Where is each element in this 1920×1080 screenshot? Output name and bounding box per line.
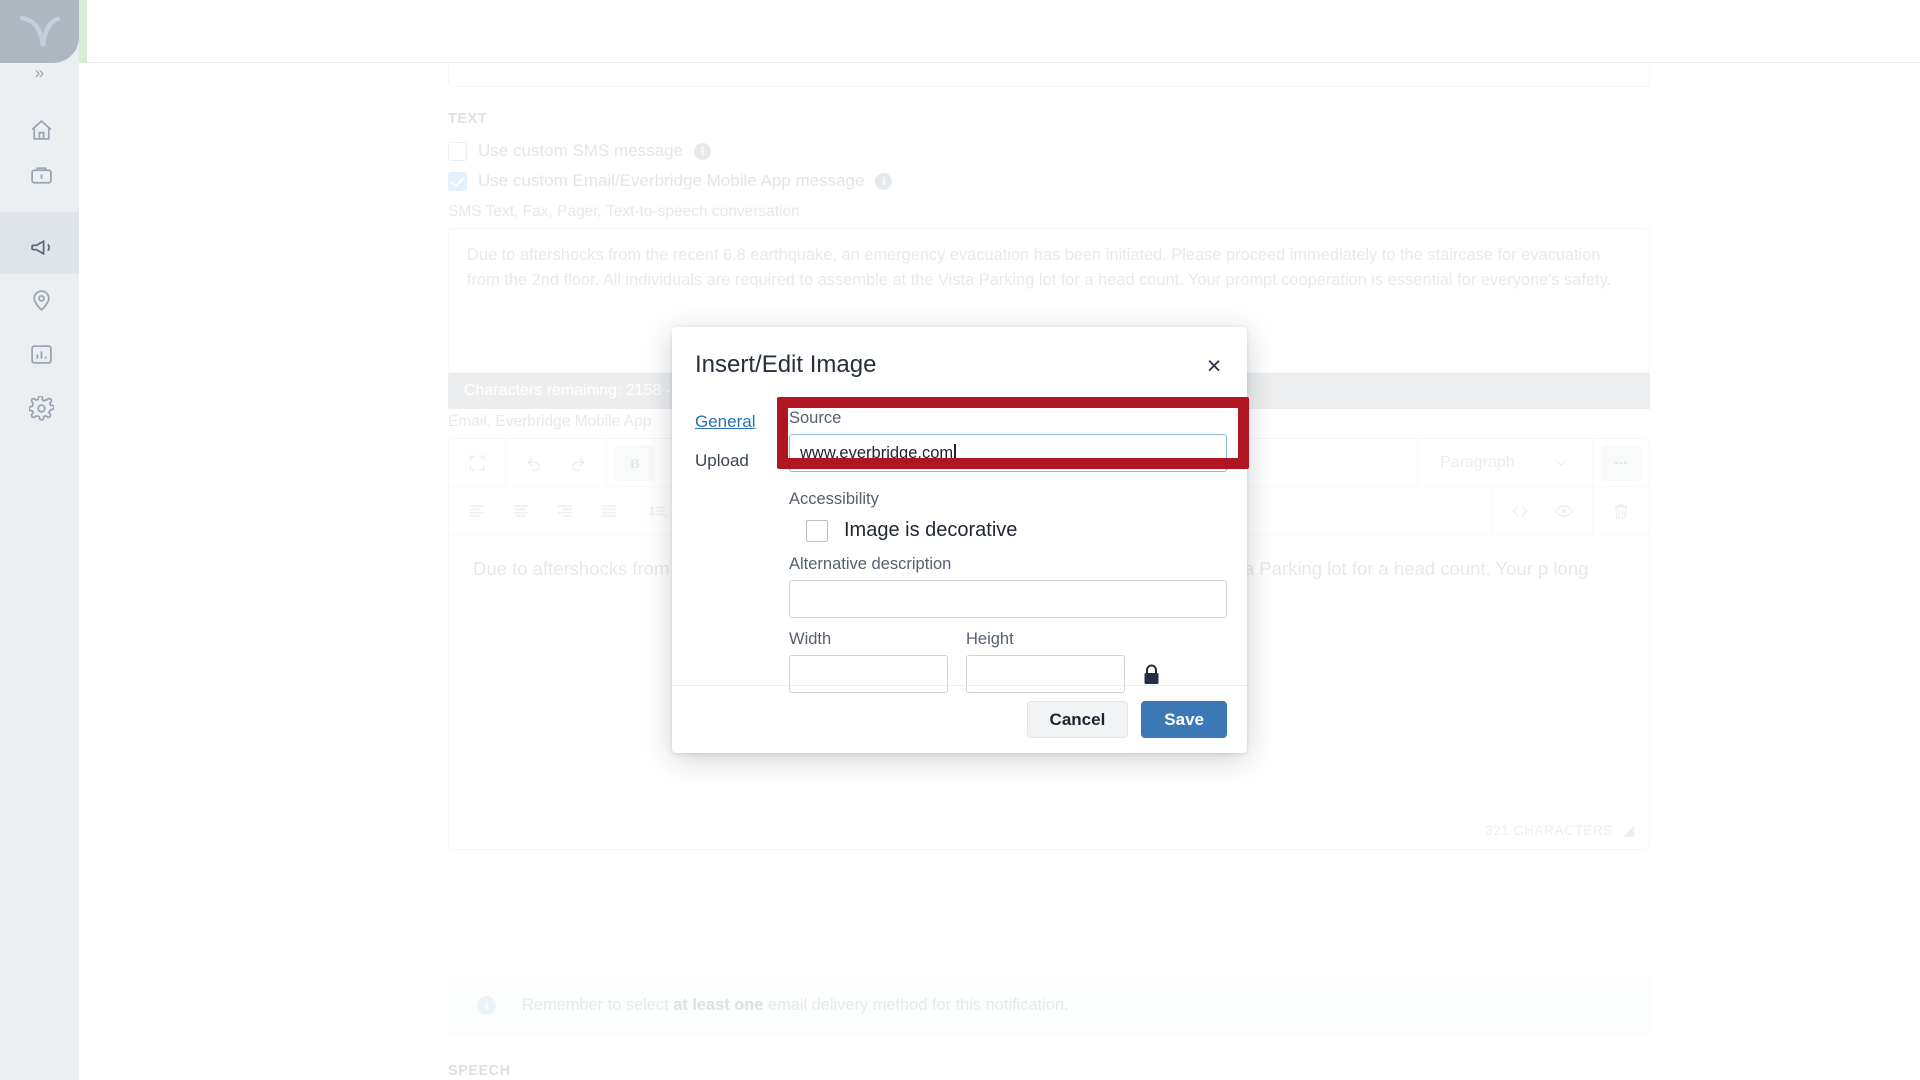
modal-overlay: Insert/Edit Image × General Upload Sourc… <box>0 0 1920 1080</box>
height-label: Height <box>966 630 1014 648</box>
image-decorative-row[interactable]: Image is decorative <box>789 519 1227 542</box>
source-input[interactable]: www.everbridge.com <box>789 434 1227 472</box>
height-group: Height <box>966 630 1125 693</box>
source-label: Source <box>789 409 842 427</box>
image-decorative-label: Image is decorative <box>844 519 1018 541</box>
alt-description-label: Alternative description <box>789 555 952 573</box>
alt-description-input[interactable] <box>789 580 1227 618</box>
close-icon[interactable]: × <box>1201 353 1227 379</box>
tab-general[interactable]: General <box>695 412 781 432</box>
dialog-title: Insert/Edit Image <box>695 351 877 378</box>
tab-upload[interactable]: Upload <box>695 451 781 471</box>
lock-icon <box>1144 664 1159 684</box>
width-group: Width <box>789 630 948 693</box>
save-button[interactable]: Save <box>1141 701 1227 738</box>
dialog-tabs: General Upload <box>695 412 781 490</box>
aspect-ratio-lock-button[interactable] <box>1143 664 1160 685</box>
accessibility-label: Accessibility <box>789 490 879 508</box>
dimensions-row: Width Height <box>789 630 1227 693</box>
dialog-footer: Cancel Save <box>672 685 1247 753</box>
width-label: Width <box>789 630 832 648</box>
image-decorative-checkbox[interactable] <box>806 519 828 542</box>
dialog-form: Source www.everbridge.com Accessibility … <box>789 409 1227 693</box>
insert-edit-image-dialog: Insert/Edit Image × General Upload Sourc… <box>672 327 1249 753</box>
source-input-value: www.everbridge.com <box>800 443 954 462</box>
cancel-button[interactable]: Cancel <box>1026 701 1129 738</box>
text-caret <box>954 443 956 463</box>
